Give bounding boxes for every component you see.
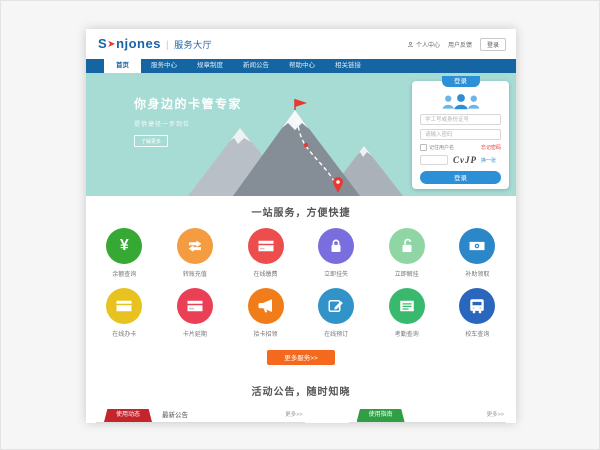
service-subsidy[interactable]: 补助领取: [442, 228, 513, 288]
feedback-link[interactable]: 用户反馈: [448, 40, 472, 49]
service-label: 转账充值: [160, 269, 231, 278]
logo-text: S: [98, 36, 107, 51]
remember-checkbox[interactable]: [420, 144, 427, 151]
services-section: 一站服务，方便快捷 ¥ 余额查询 转账充值 在线缴费: [86, 196, 516, 365]
card-icon[interactable]: [106, 288, 142, 324]
user-icon: [407, 41, 414, 48]
password-input[interactable]: [420, 129, 501, 140]
service-label: 卡片延期: [160, 329, 231, 338]
service-label: 在线预订: [301, 329, 372, 338]
pencil-icon[interactable]: [318, 288, 354, 324]
tab-latest-announcements[interactable]: 最新公告: [162, 409, 188, 422]
service-label: 补助领取: [442, 269, 513, 278]
remember-label: 记住用户名: [429, 144, 454, 151]
mountains-illustration: [178, 98, 413, 196]
forgot-password-link[interactable]: 忘记密码: [481, 144, 501, 151]
nav-item-help[interactable]: 帮助中心: [279, 59, 325, 73]
announcement-columns: 使用动态 最新公告 更多>> 使用指南 更多>>: [86, 409, 516, 423]
captcha-image: CvJP: [453, 155, 477, 165]
login-panel: 登录 记住用户名 忘记密码 CvJP 换一张 登录: [412, 81, 509, 189]
hero-cta-button[interactable]: 了解更多: [134, 135, 168, 147]
banknote-icon[interactable]: [459, 228, 495, 264]
announcements-section: 活动公告，随时知晓 使用动态 最新公告 更多>> 使用指南 更多>>: [86, 365, 516, 423]
service-balance[interactable]: ¥ 余额查询: [89, 228, 160, 288]
nav-item-home[interactable]: 首页: [104, 59, 141, 73]
service-label: 在线办卡: [89, 329, 160, 338]
services-grid: ¥ 余额查询 转账充值 在线缴费 立即挂失: [89, 228, 513, 348]
service-label: 立即解挂: [372, 269, 443, 278]
announcement-right-column: 使用指南 更多>>: [349, 409, 506, 423]
nav-item-links[interactable]: 相关链接: [325, 59, 371, 73]
site-header: S➤njones | 服务大厅 个人中心 用户反馈 登录: [86, 29, 516, 59]
service-label: 考勤查询: [372, 329, 443, 338]
hero-banner: 你身边的卡管专家 提供捷径一步到位 了解更多 登录: [86, 73, 516, 196]
left-more-link[interactable]: 更多>>: [285, 409, 302, 422]
lock-icon[interactable]: [318, 228, 354, 264]
nav-item-service-center[interactable]: 服务中心: [141, 59, 187, 73]
service-school-bus[interactable]: 校车查询: [442, 288, 513, 348]
unlock-icon[interactable]: [389, 228, 425, 264]
nav-item-news[interactable]: 新闻公告: [233, 59, 279, 73]
service-label: 校车查询: [442, 329, 513, 338]
more-services-button[interactable]: 更多服务>>: [267, 350, 335, 365]
yen-glyph: ¥: [120, 238, 129, 254]
nav-item-rules[interactable]: 规章制度: [187, 59, 233, 73]
service-report-loss[interactable]: 立即挂失: [301, 228, 372, 288]
webpage: S➤njones | 服务大厅 个人中心 用户反馈 登录 首页 服务中心 规章制度 …: [86, 29, 516, 423]
announcement-left-column: 使用动态 最新公告 更多>>: [96, 409, 305, 423]
right-more-link[interactable]: 更多>>: [487, 409, 504, 422]
announcements-title: 活动公告，随时知晓: [86, 383, 516, 398]
service-label: 拾卡招领: [230, 329, 301, 338]
service-release-loss[interactable]: 立即解挂: [372, 228, 443, 288]
bus-icon[interactable]: [459, 288, 495, 324]
login-submit-button[interactable]: 登录: [420, 171, 501, 184]
service-found-cards[interactable]: 拾卡招领: [230, 288, 301, 348]
tab-usage-guide[interactable]: 使用指南: [357, 409, 405, 422]
service-apply-card[interactable]: 在线办卡: [89, 288, 160, 348]
username-input[interactable]: [420, 114, 501, 125]
megaphone-icon[interactable]: [248, 288, 284, 324]
service-card-extension[interactable]: 卡片延期: [160, 288, 231, 348]
transfer-arrows-icon[interactable]: [177, 228, 213, 264]
service-transfer[interactable]: 转账充值: [160, 228, 231, 288]
logo-divider: |: [166, 40, 169, 51]
personal-center-label: 个人中心: [416, 40, 440, 49]
service-online-booking[interactable]: 在线预订: [301, 288, 372, 348]
site-logo[interactable]: S➤njones | 服务大厅: [98, 36, 212, 51]
service-attendance[interactable]: 考勤查询: [372, 288, 443, 348]
service-label: 在线缴费: [230, 269, 301, 278]
header-right: 个人中心 用户反馈 登录: [407, 38, 506, 51]
captcha-input[interactable]: [420, 155, 448, 165]
login-tab[interactable]: 登录: [442, 76, 480, 87]
personal-center-link[interactable]: 个人中心: [407, 40, 440, 49]
logo-arrow-icon: ➤: [107, 39, 116, 50]
service-label: 余额查询: [89, 269, 160, 278]
captcha-row: CvJP 换一张: [420, 155, 501, 165]
tab-usage-news[interactable]: 使用动态: [104, 409, 152, 422]
yen-icon[interactable]: ¥: [106, 228, 142, 264]
logo-text-rest: njones: [116, 36, 161, 51]
service-label: 立即挂失: [301, 269, 372, 278]
refresh-captcha-link[interactable]: 换一张: [481, 157, 496, 164]
services-title: 一站服务，方便快捷: [86, 204, 516, 219]
portal-name: 服务大厅: [174, 40, 212, 50]
remember-row: 记住用户名 忘记密码: [420, 144, 501, 151]
credit-card-icon[interactable]: [248, 228, 284, 264]
main-nav: 首页 服务中心 规章制度 新闻公告 帮助中心 相关链接: [86, 59, 516, 73]
service-pay[interactable]: 在线缴费: [230, 228, 301, 288]
users-icon: [439, 93, 483, 110]
feedback-label: 用户反馈: [448, 40, 472, 49]
header-login-button[interactable]: 登录: [480, 38, 506, 51]
list-icon[interactable]: [389, 288, 425, 324]
card-icon[interactable]: [177, 288, 213, 324]
